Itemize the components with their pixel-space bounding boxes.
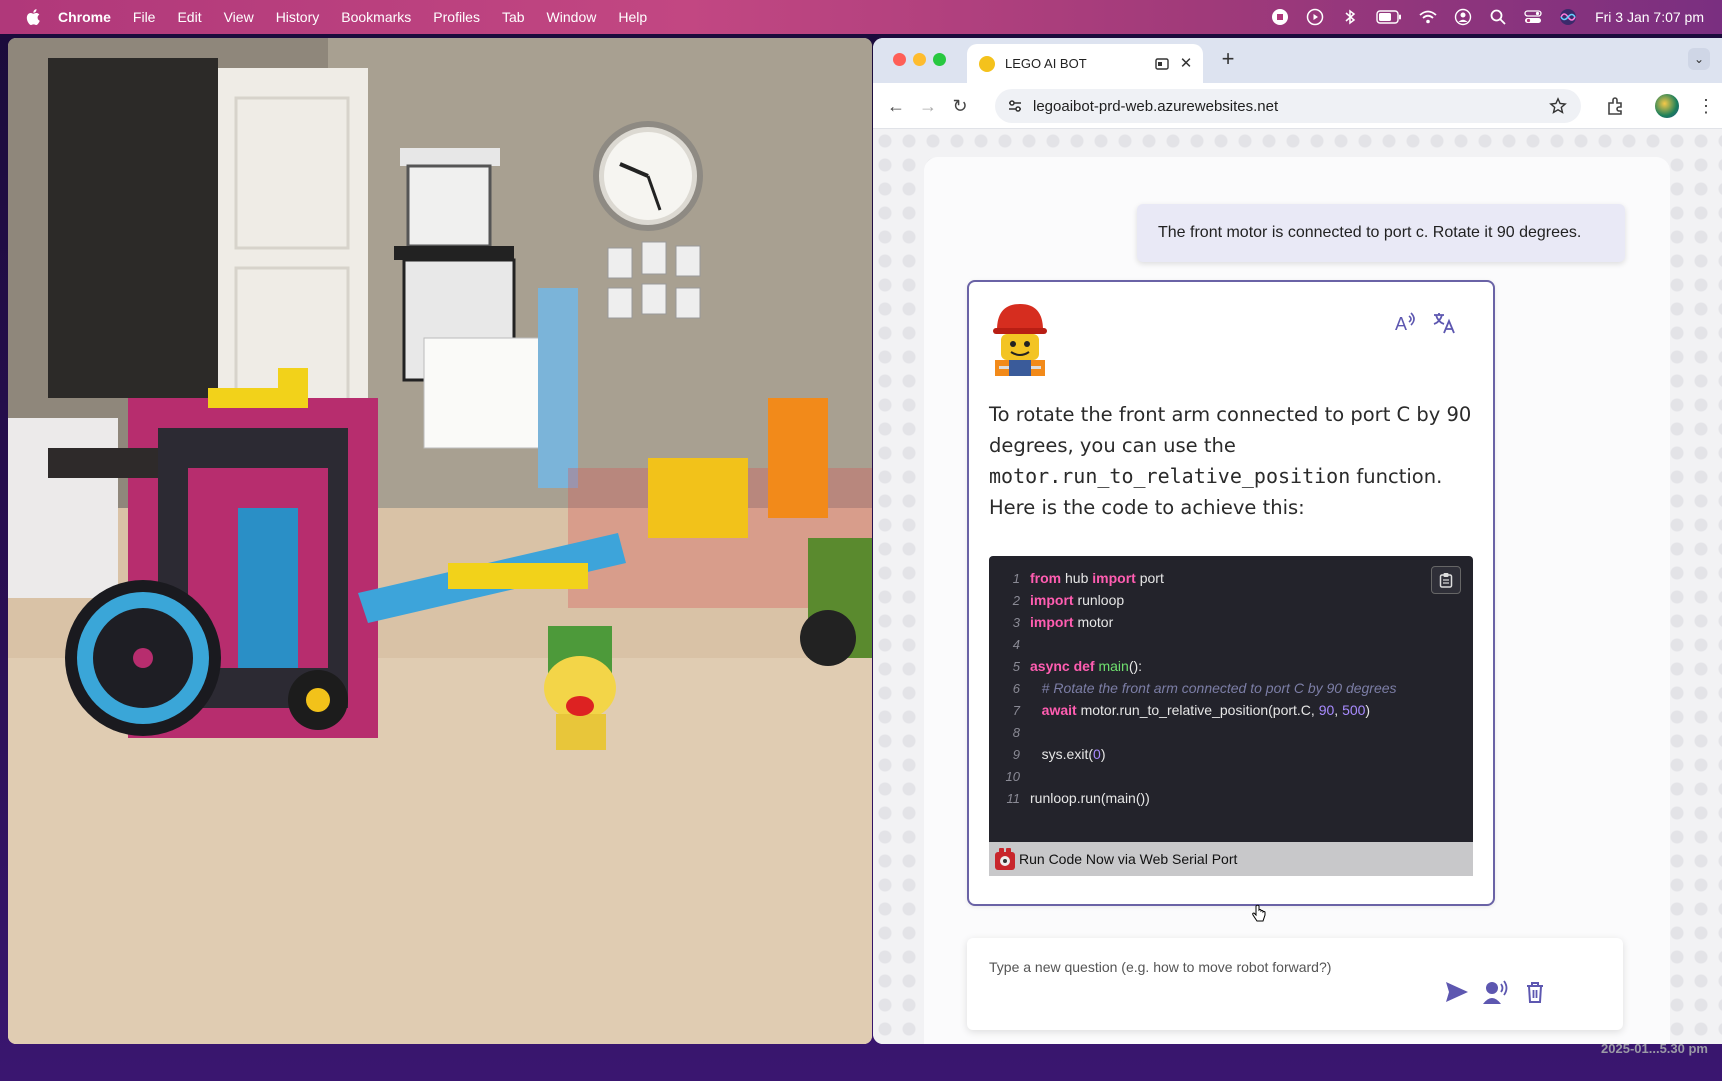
copy-clipboard-icon[interactable] — [1431, 566, 1461, 594]
run-code-label: Run Code Now via Web Serial Port — [1019, 851, 1238, 867]
bot-response-card: A To rotate the front arm connected to p… — [967, 280, 1495, 922]
code-line: 11 runloop.run(main()) — [1006, 790, 1150, 806]
menubar-clock[interactable]: Fri 3 Jan 7:07 pm — [1595, 9, 1704, 25]
desktop-timestamp-label: 2025-01...5.30 pm — [1601, 1041, 1708, 1056]
search-icon[interactable] — [1489, 8, 1507, 26]
wifi-icon[interactable] — [1419, 8, 1437, 26]
window-zoom-button[interactable] — [933, 53, 946, 66]
tab-title: LEGO AI BOT — [1005, 56, 1087, 71]
browser-window: LEGO AI BOT ✕ + ⌄ ← → ↻ legoaibot-prd-we… — [873, 38, 1722, 1044]
code-line: 2 import runloop — [1012, 592, 1125, 608]
bot-response-text: To rotate the front arm connected to por… — [989, 400, 1479, 523]
menu-view[interactable]: View — [224, 9, 254, 25]
user-icon[interactable] — [1454, 8, 1472, 26]
menu-help[interactable]: Help — [618, 9, 647, 25]
inline-code: motor.run_to_relative_position — [989, 464, 1351, 488]
translate-icon[interactable] — [1431, 310, 1457, 336]
reload-icon[interactable]: ↻ — [949, 95, 971, 117]
tab-strip: LEGO AI BOT ✕ + ⌄ — [873, 38, 1722, 83]
apple-icon[interactable] — [24, 7, 44, 27]
svg-text:A: A — [1395, 314, 1407, 334]
menu-profiles[interactable]: Profiles — [433, 9, 480, 25]
bookmark-star-icon[interactable] — [1549, 97, 1567, 115]
menu-edit[interactable]: Edit — [177, 9, 201, 25]
tab-lego-ai-bot[interactable]: LEGO AI BOT ✕ — [967, 44, 1203, 83]
new-tab-button[interactable]: + — [1217, 48, 1239, 70]
code-line: 8 — [1012, 725, 1020, 740]
lego-favicon-icon — [979, 55, 995, 72]
play-icon[interactable] — [1306, 8, 1324, 26]
page-content: The front motor is connected to port c. … — [873, 129, 1722, 1044]
user-message-bubble: The front motor is connected to port c. … — [1137, 204, 1625, 262]
question-input[interactable] — [989, 956, 1529, 978]
lego-hub-icon — [995, 848, 1015, 870]
back-arrow-icon[interactable]: ← — [885, 95, 907, 117]
pointer-cursor-icon — [1252, 904, 1266, 922]
record-stop-icon[interactable] — [1271, 8, 1289, 26]
code-line: 6 # Rotate the front arm connected to po… — [1012, 680, 1397, 696]
camera-feed-window — [8, 38, 872, 1044]
chat-panel: The front motor is connected to port c. … — [924, 157, 1670, 1044]
window-minimize-button[interactable] — [913, 53, 926, 66]
bluetooth-icon[interactable] — [1341, 8, 1359, 26]
siri-icon[interactable] — [1559, 8, 1577, 26]
run-code-button[interactable]: Run Code Now via Web Serial Port — [989, 842, 1473, 876]
menu-app-name[interactable]: Chrome — [58, 9, 111, 25]
tab-close-icon[interactable]: ✕ — [1179, 56, 1193, 71]
window-close-button[interactable] — [893, 53, 906, 66]
code-line: 1 from hub import port — [1012, 570, 1164, 586]
browser-toolbar: ← → ↻ legoaibot-prd-web.azurewebsites.ne… — [873, 83, 1722, 129]
tab-search-chevron-icon[interactable]: ⌄ — [1688, 48, 1710, 70]
chrome-menu-icon[interactable]: ⋮ — [1695, 95, 1717, 117]
menu-bookmarks[interactable]: Bookmarks — [341, 9, 411, 25]
profile-avatar[interactable] — [1655, 94, 1679, 118]
code-line: 10 — [1005, 769, 1020, 784]
menu-bar: Chrome File Edit View History Bookmarks … — [0, 0, 1722, 34]
menu-file[interactable]: File — [133, 9, 156, 25]
voice-input-icon[interactable] — [1481, 978, 1509, 1006]
menu-history[interactable]: History — [276, 9, 320, 25]
code-line: 3 import motor — [1012, 614, 1114, 630]
site-info-icon[interactable] — [1007, 98, 1023, 114]
code-block: 1 from hub import port 2 import runloop 3i… — [989, 556, 1473, 842]
code-line: 9 sys.exit(0) — [1012, 746, 1106, 762]
tab-media-icon[interactable] — [1155, 57, 1169, 71]
read-aloud-icon[interactable]: A — [1393, 310, 1419, 336]
menu-tab[interactable]: Tab — [502, 9, 525, 25]
bot-text-part-1: To rotate the front arm connected to por… — [989, 403, 1472, 457]
forward-arrow-icon[interactable]: → — [917, 95, 939, 117]
control-center-icon[interactable] — [1524, 8, 1542, 26]
send-icon[interactable] — [1443, 978, 1471, 1006]
user-message-text: The front motor is connected to port c. … — [1158, 224, 1582, 241]
lego-construction-worker-avatar — [993, 304, 1047, 376]
battery-icon[interactable] — [1376, 8, 1402, 26]
camera-scene-image — [8, 38, 872, 1044]
trash-icon[interactable] — [1521, 978, 1549, 1006]
menu-window[interactable]: Window — [547, 9, 597, 25]
extensions-puzzle-icon[interactable] — [1605, 95, 1627, 117]
code-line: 5 async def main(): — [1012, 658, 1143, 674]
address-bar[interactable]: legoaibot-prd-web.azurewebsites.net — [995, 89, 1581, 123]
code-line: 4 — [1012, 637, 1020, 652]
url-text[interactable]: legoaibot-prd-web.azurewebsites.net — [1033, 98, 1549, 115]
question-input-card — [967, 938, 1623, 1030]
code-line: 7 await motor.run_to_relative_position(p… — [1012, 702, 1371, 718]
status-area: Fri 3 Jan 7:07 pm — [1254, 0, 1704, 34]
